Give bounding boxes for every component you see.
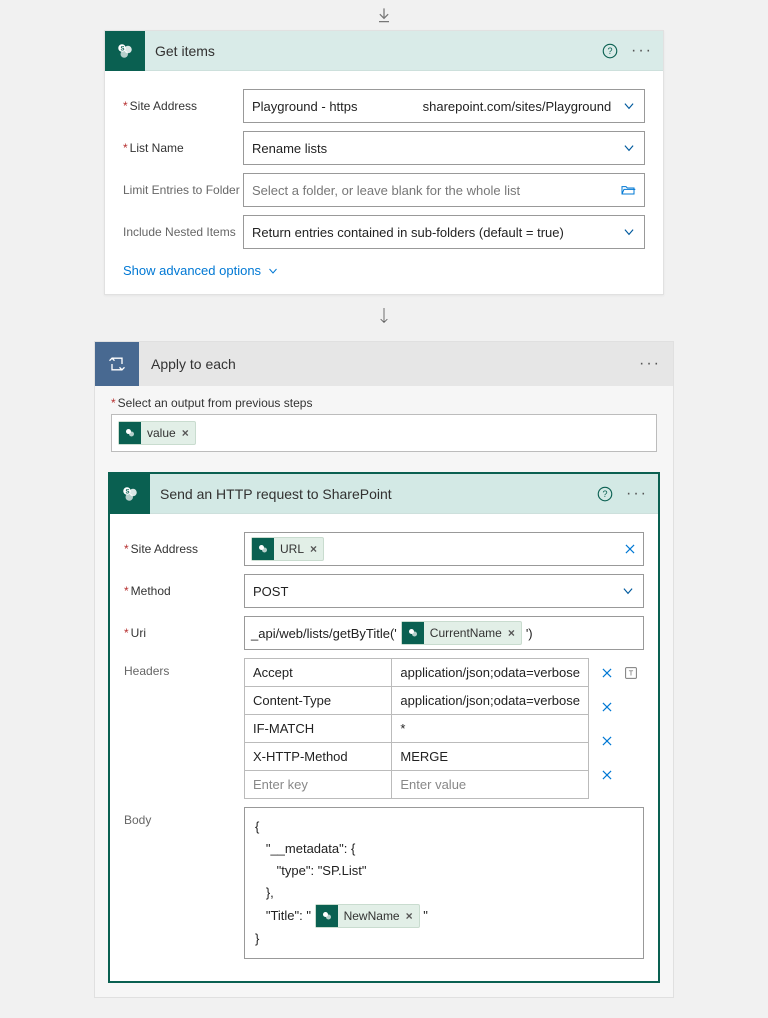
- sharepoint-icon: S: [110, 474, 150, 514]
- flow-arrow-mid: [0, 295, 768, 341]
- action-card-apply-each: Apply to each ··· *Select an output from…: [94, 341, 674, 998]
- card-title: Send an HTTP request to SharePoint: [160, 486, 594, 502]
- more-icon[interactable]: ···: [631, 40, 653, 62]
- header-row[interactable]: IF-MATCH*: [245, 715, 589, 743]
- token-remove-icon[interactable]: ×: [406, 905, 413, 927]
- folder-open-icon[interactable]: [620, 182, 636, 198]
- site-address-label: Site Address: [123, 99, 243, 113]
- show-advanced-link[interactable]: Show advanced options: [123, 263, 279, 278]
- sharepoint-icon: [119, 422, 141, 444]
- chevron-down-icon[interactable]: [622, 99, 636, 113]
- help-icon[interactable]: ?: [594, 483, 616, 505]
- method-field[interactable]: POST: [244, 574, 644, 608]
- list-name-field[interactable]: Rename lists: [243, 131, 645, 165]
- body-field[interactable]: { "__metadata": { "type": "SP.List" }, "…: [244, 807, 644, 959]
- loop-icon: [95, 342, 139, 386]
- svg-text:?: ?: [607, 46, 612, 56]
- header-row-new[interactable]: Enter keyEnter value: [245, 771, 589, 799]
- method-label: Method: [124, 584, 244, 598]
- delete-row-icon[interactable]: [597, 658, 617, 688]
- delete-row-icon[interactable]: [597, 760, 617, 790]
- chevron-down-icon[interactable]: [622, 141, 636, 155]
- sharepoint-icon: S: [105, 31, 145, 71]
- sharepoint-icon: [316, 905, 338, 927]
- svg-text:T: T: [629, 669, 634, 678]
- site-address-label: Site Address: [124, 542, 244, 556]
- more-icon[interactable]: ···: [626, 483, 648, 505]
- dynamic-token-currentname[interactable]: CurrentName ×: [401, 621, 522, 645]
- dynamic-token-value[interactable]: value ×: [118, 421, 196, 445]
- include-nested-label: Include Nested Items: [123, 225, 243, 239]
- token-remove-icon[interactable]: ×: [310, 542, 317, 556]
- site-address-field[interactable]: URL ×: [244, 532, 644, 566]
- flow-arrow-top: [0, 0, 768, 30]
- svg-text:S: S: [126, 489, 130, 495]
- body-label: Body: [124, 807, 244, 827]
- list-name-label: List Name: [123, 141, 243, 155]
- limit-entries-field[interactable]: Select a folder, or leave blank for the …: [243, 173, 645, 207]
- uri-label: Uri: [124, 626, 244, 640]
- svg-text:?: ?: [602, 489, 607, 499]
- more-icon[interactable]: ···: [639, 353, 661, 375]
- header-row[interactable]: X-HTTP-MethodMERGE: [245, 743, 589, 771]
- token-remove-icon[interactable]: ×: [508, 626, 515, 640]
- action-card-get-items: S Get items ? ··· Site Address Playgroun…: [104, 30, 664, 295]
- include-nested-field[interactable]: Return entries contained in sub-folders …: [243, 215, 645, 249]
- clear-icon[interactable]: [623, 542, 637, 556]
- chevron-down-icon[interactable]: [621, 584, 635, 598]
- token-remove-icon[interactable]: ×: [182, 426, 189, 440]
- sharepoint-icon: [252, 538, 274, 560]
- headers-label: Headers: [124, 658, 244, 678]
- headers-table: Acceptapplication/json;odata=verbose Con…: [244, 658, 589, 799]
- delete-row-icon[interactable]: [597, 726, 617, 756]
- card-title: Apply to each: [151, 356, 639, 372]
- select-output-field[interactable]: value ×: [111, 414, 657, 452]
- header-row[interactable]: Acceptapplication/json;odata=verbose: [245, 659, 589, 687]
- header-row[interactable]: Content-Typeapplication/json;odata=verbo…: [245, 687, 589, 715]
- card-title: Get items: [155, 43, 599, 59]
- site-address-field[interactable]: Playground - https ________ sharepoint.c…: [243, 89, 645, 123]
- sharepoint-icon: [402, 622, 424, 644]
- text-mode-icon[interactable]: T: [621, 663, 641, 683]
- dynamic-token-url[interactable]: URL ×: [251, 537, 324, 561]
- uri-field[interactable]: _api/web/lists/getByTitle(' CurrentName …: [244, 616, 644, 650]
- chevron-down-icon[interactable]: [622, 225, 636, 239]
- delete-row-icon[interactable]: [597, 692, 617, 722]
- action-card-http-sharepoint: S Send an HTTP request to SharePoint ? ·…: [108, 472, 660, 983]
- help-icon[interactable]: ?: [599, 40, 621, 62]
- dynamic-token-newname[interactable]: NewName ×: [315, 904, 420, 928]
- limit-entries-label: Limit Entries to Folder: [123, 183, 243, 197]
- svg-text:S: S: [121, 46, 125, 52]
- select-output-label: *Select an output from previous steps: [111, 396, 657, 410]
